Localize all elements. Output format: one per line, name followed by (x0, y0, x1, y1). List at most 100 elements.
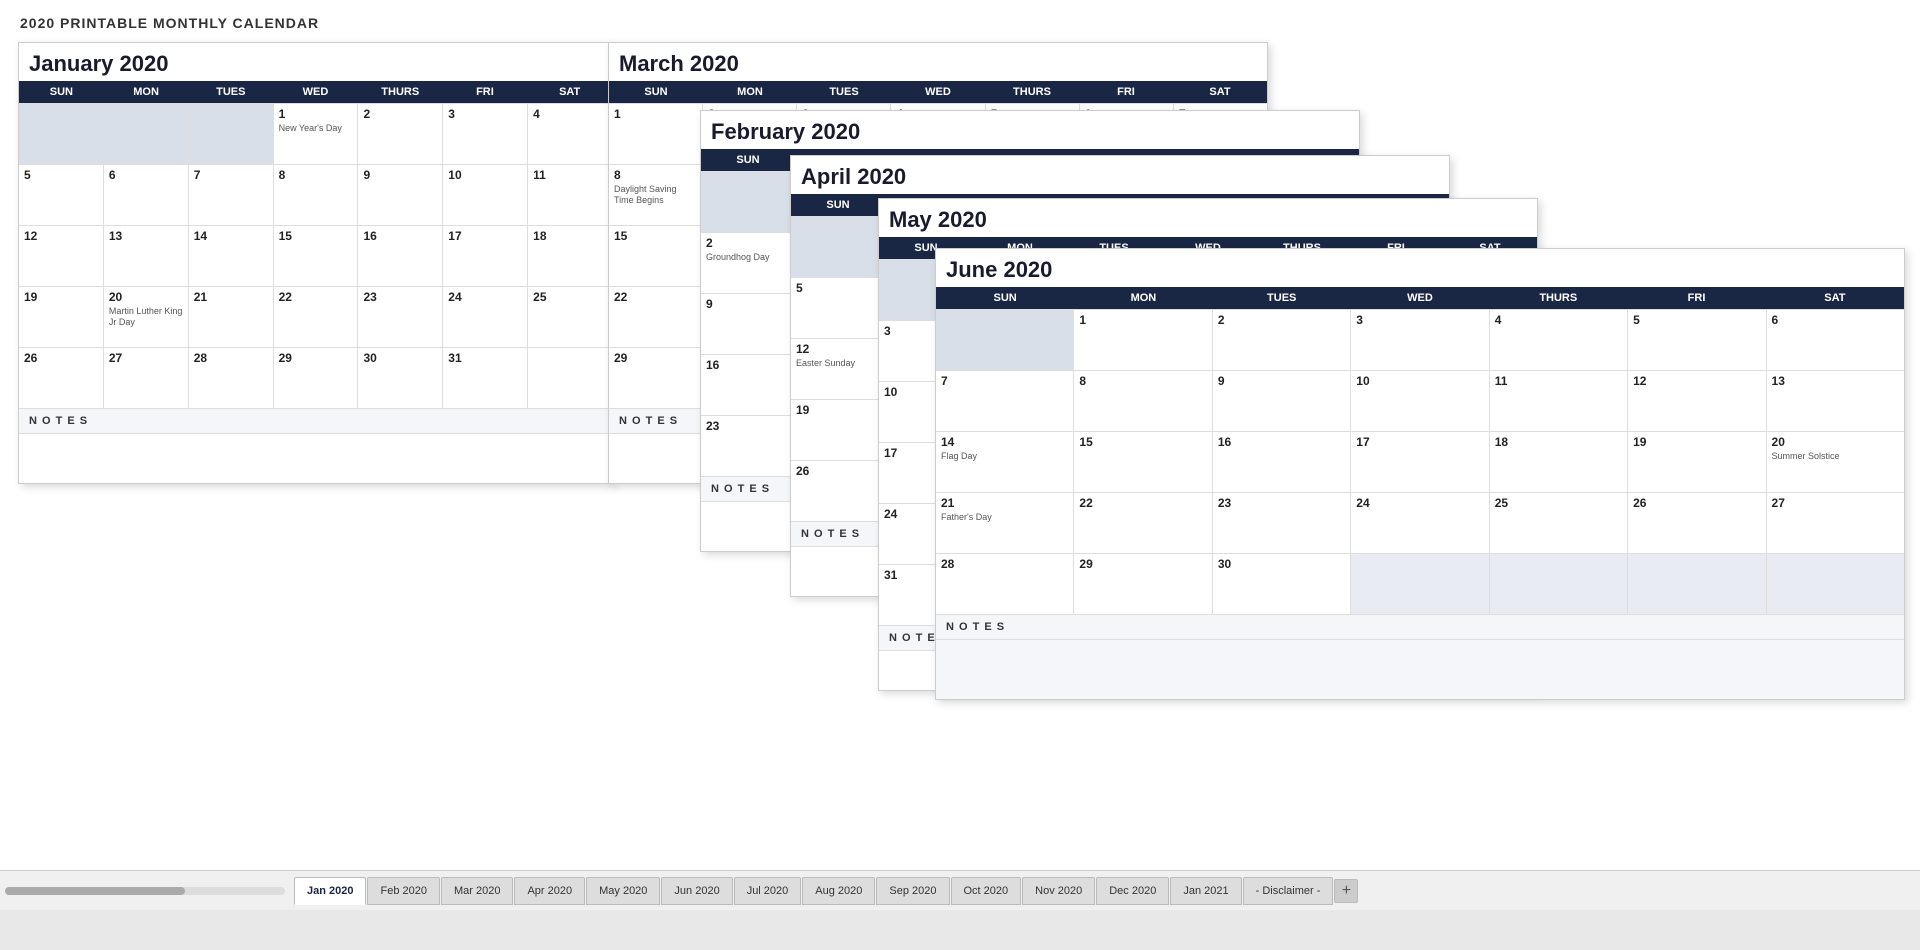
cal-cell: 1New Year's Day (274, 104, 359, 164)
cal-cell: 14 (189, 226, 274, 286)
jan-tue: TUES (188, 81, 273, 103)
cal-cell: 19 (1628, 432, 1766, 492)
cal-cell: 11 (528, 165, 612, 225)
cal-cell: 3 (1351, 310, 1489, 370)
cal-cell (1767, 554, 1904, 614)
cal-cell: 29 (1074, 554, 1212, 614)
cal-cell: 6 (104, 165, 189, 225)
tab-mar-2020[interactable]: Mar 2020 (441, 877, 513, 905)
cal-cell: 19 (19, 287, 104, 347)
tab-disclaimer[interactable]: - Disclaimer - (1243, 877, 1334, 905)
cal-cell: 1 (1074, 310, 1212, 370)
cal-cell: 10 (1351, 371, 1489, 431)
cal-cell (936, 310, 1074, 370)
jan-mon: MON (104, 81, 189, 103)
tab-jan-2021[interactable]: Jan 2021 (1170, 877, 1241, 905)
sheet-scrollbar[interactable] (5, 887, 285, 895)
jun-notes: N O T E S (936, 614, 1904, 639)
cal-cell (791, 217, 885, 277)
cal-cell: 4 (1490, 310, 1628, 370)
tab-aug-2020[interactable]: Aug 2020 (802, 877, 875, 905)
page-title: 2020 PRINTABLE MONTHLY CALENDAR (20, 15, 1900, 31)
cal-cell: 25 (1490, 493, 1628, 553)
tab-dec-2020[interactable]: Dec 2020 (1096, 877, 1169, 905)
tab-apr-2020[interactable]: Apr 2020 (514, 877, 585, 905)
mar-title: March 2020 (609, 43, 1267, 81)
tab-jan-2020[interactable]: Jan 2020 (294, 877, 366, 905)
cal-cell: 26 (791, 461, 885, 521)
tab-oct-2020[interactable]: Oct 2020 (951, 877, 1022, 905)
cal-cell: 21 (189, 287, 274, 347)
cal-cell: 6 (1767, 310, 1904, 370)
cal-cell: 14Flag Day (936, 432, 1074, 492)
cal-cell: 13 (1767, 371, 1904, 431)
jan-body: 1New Year's Day 2 3 4 5 6 7 8 9 10 11 12… (19, 103, 612, 408)
jan-wed: WED (273, 81, 358, 103)
jan-header: SUN MON TUES WED THURS FRI SAT (19, 81, 612, 103)
tab-feb-2020[interactable]: Feb 2020 (367, 877, 439, 905)
cal-cell: 2Groundhog Day (701, 233, 795, 293)
cal-cell: 20Summer Solstice (1767, 432, 1904, 492)
cal-cell: 27 (104, 348, 189, 408)
tab-jul-2020[interactable]: Jul 2020 (734, 877, 802, 905)
cal-cell: 12Easter Sunday (791, 339, 885, 399)
jun-header: SUN MON TUES WED THURS FRI SAT (936, 287, 1904, 309)
cal-cell: 29 (274, 348, 359, 408)
cal-cell: 5 (1628, 310, 1766, 370)
jun-title: June 2020 (936, 249, 1904, 287)
cal-cell: 7 (936, 371, 1074, 431)
cal-cell: 1 (609, 104, 703, 164)
cal-cell: 2 (1213, 310, 1351, 370)
cal-cell: 9 (358, 165, 443, 225)
cal-cell: 16 (701, 355, 795, 415)
cal-cell: 24 (1351, 493, 1489, 553)
jan-fri: FRI (443, 81, 528, 103)
jun-body: 1 2 3 4 5 6 7 8 9 10 11 12 13 14Flag Day… (936, 309, 1904, 614)
cal-cell: 7 (189, 165, 274, 225)
cal-cell: 3 (443, 104, 528, 164)
cal-cell: 15 (274, 226, 359, 286)
cal-cell: 12 (1628, 371, 1766, 431)
tab-sep-2020[interactable]: Sep 2020 (876, 877, 949, 905)
cal-cell: 31 (443, 348, 528, 408)
cal-cell: 26 (1628, 493, 1766, 553)
cal-cell (1628, 554, 1766, 614)
main-area: 2020 PRINTABLE MONTHLY CALENDAR January … (0, 0, 1920, 910)
tab-nov-2020[interactable]: Nov 2020 (1022, 877, 1095, 905)
jan-sat: SAT (527, 81, 612, 103)
cal-cell: 4 (528, 104, 612, 164)
cal-cell: 26 (19, 348, 104, 408)
cal-cell: 18 (528, 226, 612, 286)
cal-cell: 30 (358, 348, 443, 408)
cal-cell: 15 (609, 226, 703, 286)
cal-cell: 25 (528, 287, 612, 347)
cal-cell: 21Father's Day (936, 493, 1074, 553)
cal-cell: 16 (1213, 432, 1351, 492)
cal-cell (701, 172, 795, 232)
cal-cell: 2 (358, 104, 443, 164)
jan-thu: THURS (358, 81, 443, 103)
cal-cell: 23 (358, 287, 443, 347)
cal-cell (1351, 554, 1489, 614)
tab-add-button[interactable]: + (1334, 879, 1358, 903)
cal-cell (1490, 554, 1628, 614)
cal-cell: 22 (1074, 493, 1212, 553)
cal-cell: 28 (936, 554, 1074, 614)
tab-jun-2020[interactable]: Jun 2020 (661, 877, 732, 905)
cal-cell: 9 (1213, 371, 1351, 431)
cal-cell: 23 (1213, 493, 1351, 553)
tab-may-2020[interactable]: May 2020 (586, 877, 660, 905)
cal-cell: 29 (609, 348, 703, 408)
tab-bar: Jan 2020 Feb 2020 Mar 2020 Apr 2020 May … (0, 870, 1920, 910)
cal-cell: 15 (1074, 432, 1212, 492)
may-title: May 2020 (879, 199, 1537, 237)
calendar-june: June 2020 SUN MON TUES WED THURS FRI SAT… (935, 248, 1905, 700)
cal-cell: 5 (19, 165, 104, 225)
cal-cell (104, 104, 189, 164)
calendar-january: January 2020 SUN MON TUES WED THURS FRI … (18, 42, 613, 484)
cal-cell: 13 (104, 226, 189, 286)
cal-cell: 23 (701, 416, 795, 476)
cal-cell: 22 (274, 287, 359, 347)
cal-cell: 28 (189, 348, 274, 408)
cal-cell: 18 (1490, 432, 1628, 492)
